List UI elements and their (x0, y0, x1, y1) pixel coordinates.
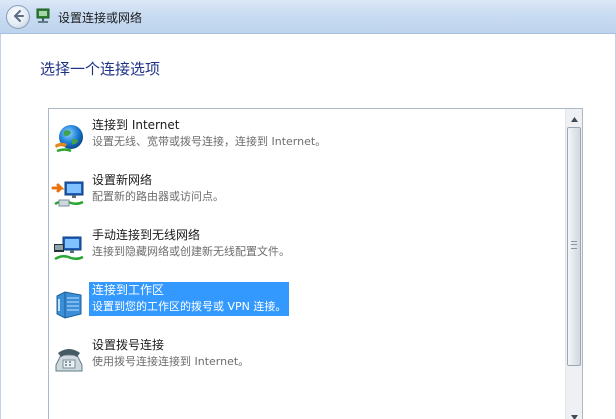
option-manual-wireless[interactable]: 手动连接到无线网络 连接到隐藏网络或创建新无线配置文件。 (49, 225, 566, 271)
arrow-up-icon (570, 111, 578, 125)
option-dialup[interactable]: 设置拨号连接 使用拨号连接连接到 Internet。 (49, 335, 566, 381)
connection-options-list[interactable]: 连接到 Internet 设置无线、宽带或拨号连接，连接到 Internet。 (48, 108, 583, 419)
option-title: 手动连接到无线网络 (92, 228, 201, 242)
wireless-network-icon (51, 231, 87, 267)
option-text: 设置拨号连接 使用拨号连接连接到 Internet。 (89, 337, 252, 371)
network-wizard-icon (34, 7, 52, 25)
back-button[interactable] (6, 5, 30, 29)
back-arrow-icon (11, 9, 25, 26)
option-connect-workplace[interactable]: 连接到工作区 设置到您的工作区的拨号或 VPN 连接。 (49, 280, 566, 326)
option-title: 设置拨号连接 (92, 338, 165, 352)
option-description: 设置无线、宽带或拨号连接，连接到 Internet。 (92, 135, 327, 148)
new-network-icon (51, 176, 87, 212)
option-text: 手动连接到无线网络 连接到隐藏网络或创建新无线配置文件。 (89, 227, 293, 261)
scroll-up-button[interactable] (566, 109, 582, 126)
option-description: 设置到您的工作区的拨号或 VPN 连接。 (92, 300, 287, 313)
title-bar: 设置连接或网络 (0, 0, 616, 34)
scroll-down-button[interactable] (566, 407, 582, 419)
options-container: 连接到 Internet 设置无线、宽带或拨号连接，连接到 Internet。 (49, 109, 566, 419)
option-connect-internet[interactable]: 连接到 Internet 设置无线、宽带或拨号连接，连接到 Internet。 (49, 115, 566, 161)
scrollbar-thumb[interactable] (567, 127, 581, 366)
dialup-phone-icon (51, 341, 87, 377)
option-description: 配置新的路由器或访问点。 (92, 190, 224, 203)
option-description: 连接到隐藏网络或创建新无线配置文件。 (92, 245, 290, 258)
grip-icon (571, 241, 577, 249)
option-title: 连接到工作区 (92, 283, 165, 297)
option-text: 设置新网络 配置新的路由器或访问点。 (89, 172, 227, 206)
option-text: 连接到 Internet 设置无线、宽带或拨号连接，连接到 Internet。 (89, 117, 329, 151)
wizard-content: 选择一个连接选项 连接到 Internet 设置无线、宽带或拨号连接，连接到 I… (0, 34, 616, 419)
option-text: 连接到工作区 设置到您的工作区的拨号或 VPN 连接。 (89, 282, 290, 316)
option-title: 连接到 Internet (92, 118, 180, 132)
option-title: 设置新网络 (92, 173, 153, 187)
workplace-icon (51, 286, 87, 322)
option-new-network[interactable]: 设置新网络 配置新的路由器或访问点。 (49, 170, 566, 216)
page-heading: 选择一个连接选项 (40, 60, 161, 78)
option-description: 使用拨号连接连接到 Internet。 (92, 355, 250, 368)
arrow-down-icon (570, 409, 578, 419)
window-title: 设置连接或网络 (58, 11, 143, 25)
internet-globe-icon (51, 121, 87, 157)
vertical-scrollbar[interactable] (565, 109, 582, 419)
